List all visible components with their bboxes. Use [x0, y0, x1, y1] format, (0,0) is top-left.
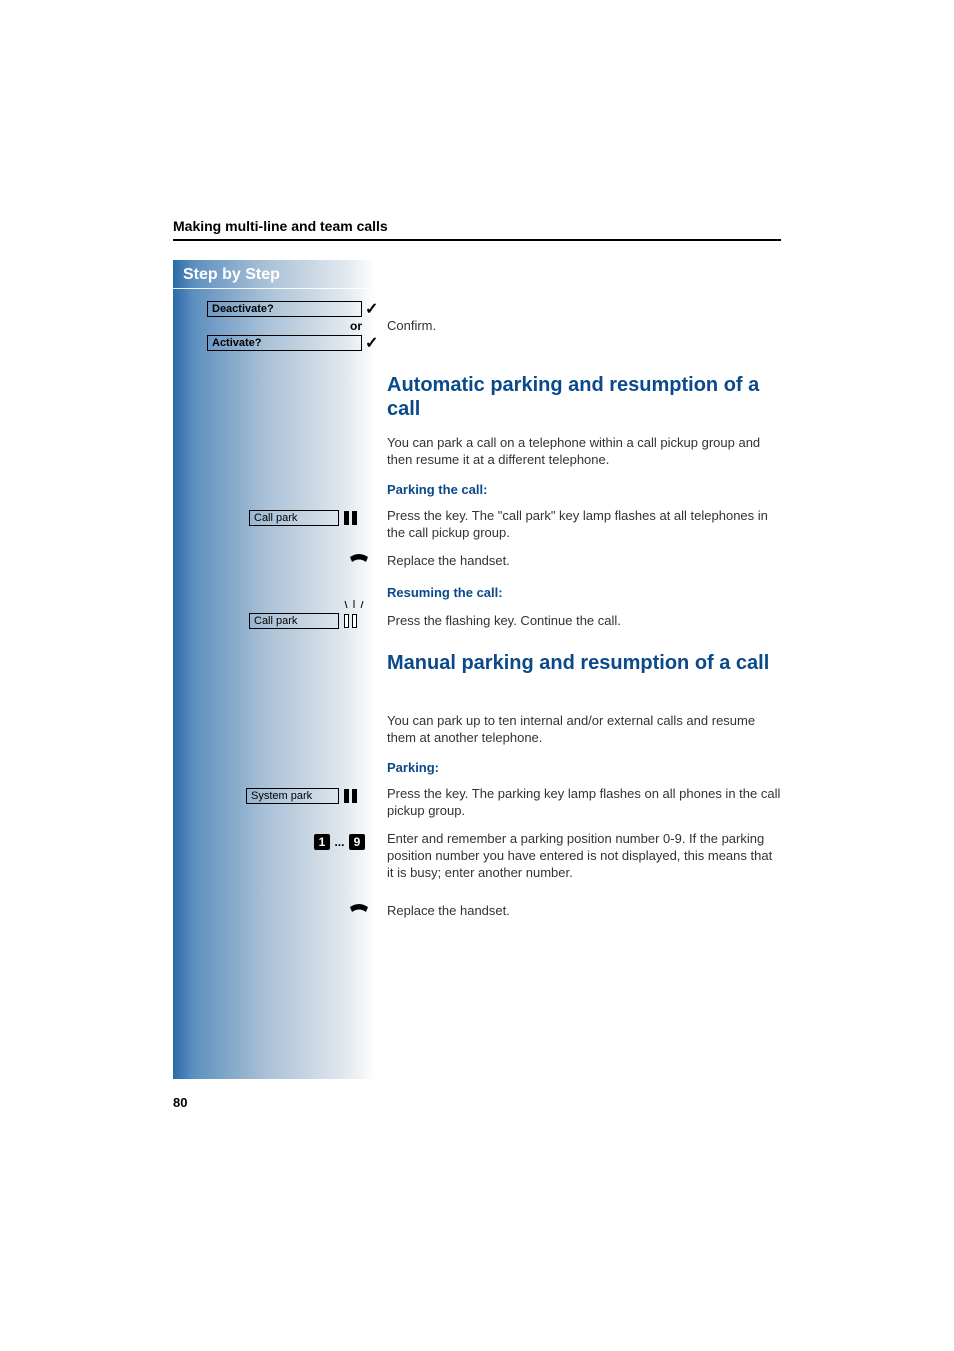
handset-down-icon [348, 903, 370, 922]
text-auto-step3: Press the flashing key. Continue the cal… [387, 613, 782, 630]
text-auto-step2: Replace the handset. [387, 553, 782, 570]
sidebar-title: Step by Step [183, 266, 280, 284]
step-by-step-sidebar: Step by Step [173, 260, 376, 1079]
lamp-icon [344, 511, 366, 525]
digit-first[interactable]: 1 [314, 834, 330, 850]
check-icon: ✓ [365, 299, 378, 319]
menu-item-activate[interactable]: Activate? [207, 335, 362, 351]
text-confirm: Confirm. [387, 318, 782, 335]
page-number: 80 [173, 1095, 187, 1110]
digit-ellipsis: ... [334, 835, 344, 849]
sidebar-divider [173, 288, 376, 289]
handset-down-icon [348, 553, 370, 572]
menu-item-activate-label: Activate? [212, 337, 262, 349]
heading-automatic-parking: Automatic parking and resumption of a ca… [387, 373, 782, 421]
header-divider [173, 239, 781, 241]
text-auto-step1: Press the key. The "call park" key lamp … [387, 508, 782, 542]
text-manual-step1: Press the key. The parking key lamp flas… [387, 786, 782, 820]
text-manual-step3: Replace the handset. [387, 903, 782, 920]
menu-item-deactivate[interactable]: Deactivate? [207, 301, 362, 317]
key-system-park[interactable]: System park [246, 788, 339, 804]
menu-separator-or: or [350, 319, 362, 333]
subheading-parking-call: Parking the call: [387, 482, 782, 499]
lamp-flashing-icon [344, 614, 366, 628]
digit-last[interactable]: 9 [349, 834, 365, 850]
subheading-parking: Parking: [387, 760, 782, 777]
key-system-park-label: System park [251, 790, 312, 802]
heading-manual-parking: Manual parking and resumption of a call [387, 651, 782, 675]
digit-range: 1 ... 9 [314, 833, 365, 851]
section-header: Making multi-line and team calls [173, 218, 781, 234]
flash-icon [344, 600, 364, 613]
text-manual-intro: You can park up to ten internal and/or e… [387, 713, 782, 747]
text-auto-intro: You can park a call on a telephone withi… [387, 435, 782, 469]
menu-item-deactivate-label: Deactivate? [212, 303, 274, 315]
text-manual-step2: Enter and remember a parking position nu… [387, 831, 782, 882]
lamp-icon [344, 789, 366, 803]
check-icon: ✓ [365, 333, 378, 353]
key-call-park-flashing-label: Call park [254, 615, 297, 627]
key-call-park[interactable]: Call park [249, 510, 339, 526]
subheading-resuming-call: Resuming the call: [387, 585, 782, 602]
key-call-park-label: Call park [254, 512, 297, 524]
key-call-park-flashing[interactable]: Call park [249, 613, 339, 629]
